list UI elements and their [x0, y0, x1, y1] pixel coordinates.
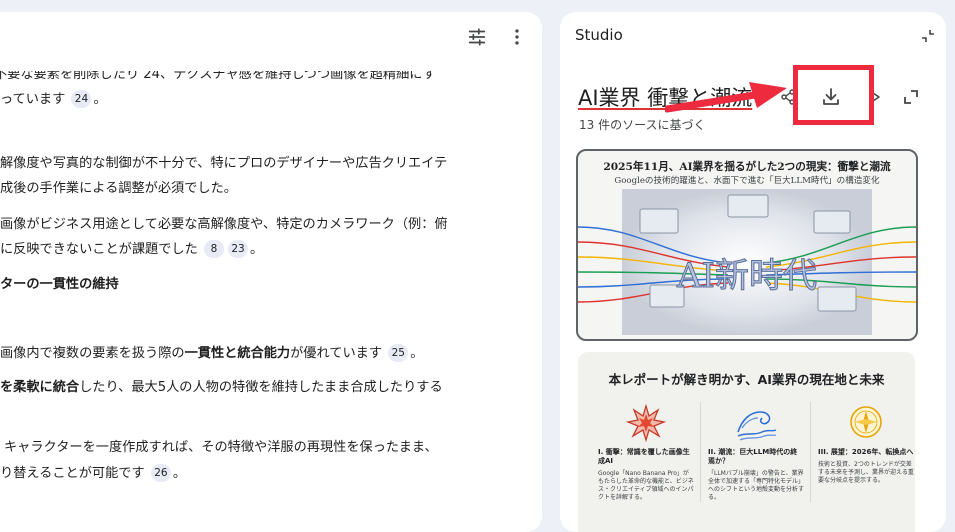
chat-text: が優れています: [290, 346, 383, 361]
studio-title: Studio: [575, 26, 623, 44]
chat-line: に反映できないことが課題でした 8 23。: [0, 240, 263, 259]
chat-text: したり、最大5人の人物の特徴を維持したまま合成したりする: [79, 380, 443, 395]
chat-text: 。: [172, 466, 187, 481]
chat-line: を柔軟に統合したり、最大5人の人物の特徴を維持したまま合成したりする: [0, 379, 443, 397]
agenda-column-trend: II. 潮流：巨大LLM時代の終焉か？ 「LLMバブル崩壊」の警告と、業界全体で…: [708, 402, 804, 502]
citation-chip[interactable]: 24: [71, 90, 92, 108]
agenda-column-impact: I. 衝撃：常識を覆した画像生成AI Google「Nano Banana Pr…: [598, 402, 694, 502]
collapse-icon[interactable]: [920, 28, 936, 44]
agenda-heading: III. 展望：2026年、転換点へ: [818, 448, 914, 456]
chat-line: キャラクターを一度作成すれば、その特徴や洋服の再現性を保ったまま、: [4, 440, 438, 455]
chat-text: 。: [410, 346, 424, 361]
highlight-box: [793, 65, 874, 125]
chat-panel: 不要な要素を削除したり 24、テクスチャ感を維持しつつ画像を超精細にす っていま…: [0, 12, 542, 532]
annotation-arrow: [665, 82, 787, 113]
chat-line: 解像度や写真的な制御が不十分で、特にプロのデザイナーや広告クリエイテ: [0, 156, 448, 171]
divider: [700, 402, 701, 502]
agenda-heading: I. 衝撃：常識を覆した画像生成AI: [598, 448, 690, 465]
citation-chip[interactable]: 25: [388, 344, 409, 362]
report-slide-agenda[interactable]: 本レポートが解き明かす、AI業界の現在地と未来 I. 衝撃：常識を覆した画像生成…: [578, 352, 915, 532]
chat-text: 。: [93, 92, 107, 107]
section-heading: ターの一貫性の維持: [0, 277, 119, 292]
agenda-text: Google「Nano Banana Pro」がもたらした革命的な機能と、ビジネ…: [598, 470, 694, 501]
more-vert-icon[interactable]: [506, 26, 528, 48]
chat-text-bold: 一貫性と統合能力: [184, 346, 291, 361]
chat-line: 画像内で複数の要素を扱う際の一貫性と統合能力が優れています 25。: [0, 344, 423, 363]
citation-chip[interactable]: 23: [228, 240, 249, 258]
agenda-heading: II. 潮流：巨大LLM時代の終焉か？: [708, 448, 798, 465]
compass-icon: [850, 406, 882, 438]
agenda-column-outlook: III. 展望：2026年、転換点へ 技術と投資、2つのトレンドが交差する未来を…: [818, 402, 914, 485]
expand-icon[interactable]: [902, 88, 920, 106]
chat-text: り替えることが可能です: [0, 466, 145, 481]
chat-text: っています: [0, 92, 66, 107]
citation-chip[interactable]: 8: [204, 240, 225, 258]
chat-text: 画像内で複数の要素を扱う際の: [0, 346, 185, 361]
chat-line: 画像がビジネス用途として必要な高解像度や、特定のカメラワーク（例：俯: [0, 217, 448, 232]
agenda-text: 「LLMバブル崩壊」の警告と、業界全体で加速する「専門特化モデル」へのシフトとい…: [708, 470, 805, 501]
agenda-text: 技術と投資、2つのトレンドが交差する未来を予測し、業界が迎える重要な分岐点を提示…: [818, 461, 914, 484]
chat-line: っています 24。: [0, 90, 107, 109]
wave-icon: [737, 411, 777, 441]
slide-title: 本レポートが解き明かす、AI業界の現在地と未来: [608, 372, 885, 387]
slide-title: 2025年11月、AI業界を揺るがした2つの現実：衝撃と潮流: [603, 161, 891, 173]
ai-era-illustration: AI新時代: [578, 189, 916, 335]
chat-line: り替えることが可能です 26。: [0, 464, 186, 483]
chat-text-bold: を柔軟に統合: [0, 380, 80, 395]
report-slide-title[interactable]: 2025年11月、AI業界を揺るがした2つの現実：衝撃と潮流 Googleの技術…: [576, 149, 918, 341]
slide-subtitle: Googleの技術的躍進と、水面下で進む「巨大LLM時代」の構造変化: [614, 176, 880, 186]
chat-line: 不要な要素を削除したり 24、テクスチャ感を維持しつつ画像を超精細にす: [0, 67, 436, 82]
art-title-text: AI新時代: [676, 256, 817, 296]
citation-chip[interactable]: 26: [150, 464, 171, 482]
tune-icon[interactable]: [466, 26, 488, 48]
chat-line: 成後の手作業による調整が必須でした。: [0, 181, 237, 196]
explosion-icon: [625, 403, 667, 442]
chat-text: に反映できないことが課題でした: [0, 242, 198, 257]
chat-text: 。: [250, 242, 264, 257]
divider: [810, 402, 811, 502]
